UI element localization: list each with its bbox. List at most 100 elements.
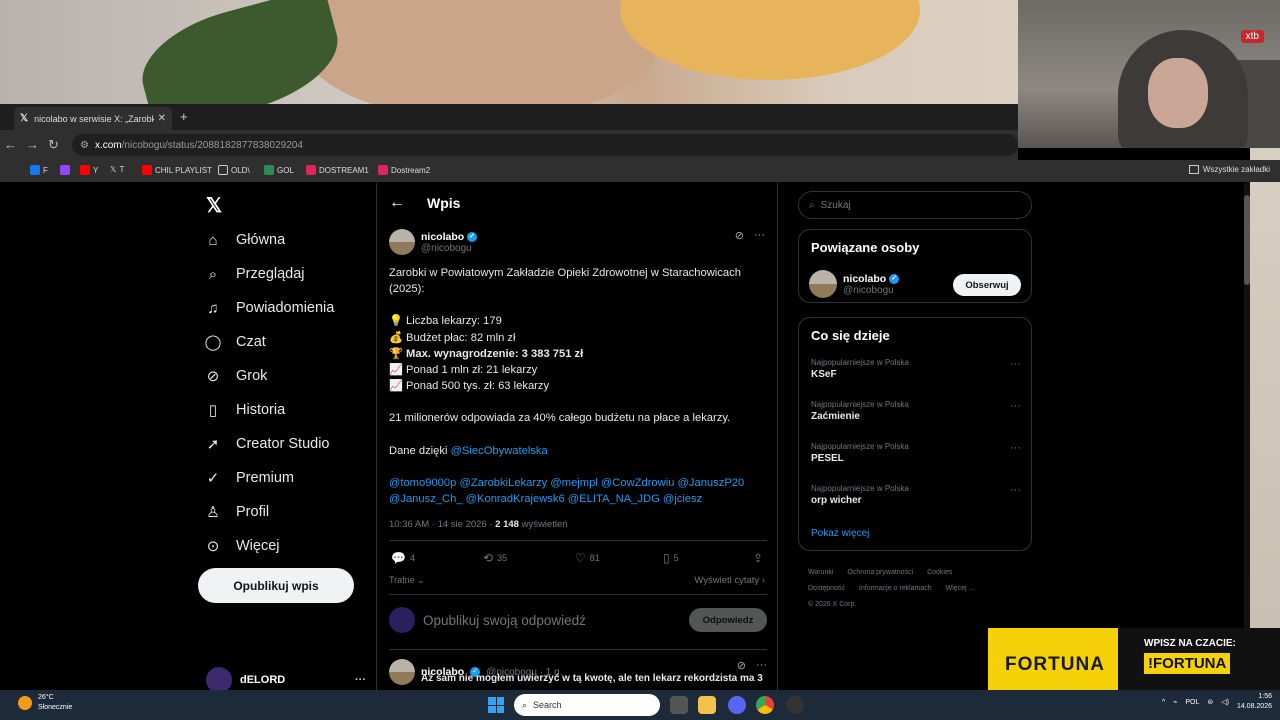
account-name: dELORD (240, 674, 286, 686)
show-more-link[interactable]: Pokaż więcej (811, 528, 869, 539)
mentions-line[interactable]: @tomo9000p @ZarobkiLekarzy @mejmpl @CowZ… (389, 475, 769, 491)
bookmark-item[interactable]: CHIL PLAYLIST (142, 165, 212, 175)
scrollbar[interactable] (1244, 183, 1250, 683)
bookmark-item[interactable]: 𝕏T (110, 165, 124, 174)
author-name[interactable]: nicolabo (421, 231, 464, 243)
bookmark-stat[interactable]: ▯ 5 (663, 551, 679, 565)
nav-chat[interactable]: ◯ Czat (204, 333, 266, 351)
repost-stat[interactable]: ⟲ 35 (483, 551, 507, 565)
new-tab-icon[interactable]: + (180, 109, 188, 124)
follow-button[interactable]: Obserwuj (953, 274, 1021, 296)
nav-grok[interactable]: ⊘ Grok (204, 367, 268, 385)
url-field[interactable]: ⚙ x.com /nicobogu/status/208818287783802… (72, 134, 1018, 156)
network-icon[interactable]: ⌁ (1173, 698, 1177, 706)
back-icon[interactable]: ← (4, 137, 17, 152)
chevron-up-icon[interactable]: ^ (1162, 699, 1165, 706)
footer-link[interactable]: Ochrona prywatności (847, 569, 913, 576)
trend-item[interactable]: Najpopularniejsze w Polska KSeF ··· (811, 358, 1021, 380)
back-arrow-icon[interactable]: ← (389, 194, 405, 212)
bookmark-item[interactable]: GOL (264, 165, 294, 175)
bookmark-folder[interactable]: OLD\ (218, 165, 250, 175)
bookmark-item[interactable] (60, 165, 73, 175)
mentions-line[interactable]: @Janusz_Ch_ @KonradKrajewsk6 @ELITA_NA_J… (389, 491, 769, 507)
trend-item[interactable]: Najpopularniejsze w Polska PESEL ··· (811, 442, 1021, 464)
post-meta: 10:36 AM · 14 sie 2026 · 2 148 wyświetle… (389, 519, 568, 530)
weather-widget[interactable]: 26°C Słonecznie (18, 693, 72, 713)
grok-explain-icon[interactable]: ⊘ (735, 229, 744, 242)
windows-start-icon[interactable] (488, 697, 504, 713)
footer-link[interactable]: Informacje o reklamach (859, 585, 932, 592)
share-icon[interactable]: ⇪ (753, 551, 763, 565)
mention-link[interactable]: @SiecObywatelska (451, 445, 548, 457)
stat-line: 💡 Liczba lekarzy: 179 (389, 315, 502, 328)
related-person[interactable]: nicolabo ✓ @nicobogu (809, 270, 900, 298)
x-logo-icon[interactable]: 𝕏 (206, 193, 222, 218)
view-quotes-link[interactable]: Wyświetl cytaty › (694, 575, 765, 586)
forward-icon[interactable]: → (26, 137, 39, 152)
account-switcher[interactable]: dELORD ··· (206, 667, 366, 690)
taskbar-search[interactable]: ⌕ Search (514, 694, 660, 716)
task-view-icon[interactable] (670, 696, 688, 714)
more-icon[interactable]: ··· (1010, 442, 1021, 454)
nav-home[interactable]: ⌂ Główna (204, 231, 285, 249)
trend-item[interactable]: Najpopularniejsze w Polska Zaćmienie ··· (811, 400, 1021, 422)
reply-tweet[interactable]: nicolabo ✓ @nicobogu · 1 g. Aż sam nie m… (389, 659, 767, 685)
bookmark-item[interactable]: DOSTREAM1 (306, 165, 369, 175)
avatar[interactable] (809, 270, 837, 298)
search-input[interactable]: ⌕ Szukaj (798, 191, 1032, 219)
footer-link[interactable]: Cookies (927, 569, 952, 576)
tweet-thanks: Dane dzięki @SiecObywatelska (389, 444, 548, 457)
language-indicator[interactable]: POL (1185, 699, 1199, 706)
copyright: © 2026 X Corp. (808, 601, 857, 608)
more-icon[interactable]: ··· (1010, 358, 1021, 370)
like-stat[interactable]: ♡ 81 (575, 551, 600, 565)
close-icon[interactable]: ✕ (158, 113, 166, 124)
obs-icon[interactable] (786, 696, 804, 714)
grok-explain-icon[interactable]: ⊘ (737, 659, 746, 672)
more-icon[interactable]: ··· (1010, 484, 1021, 496)
post-author[interactable]: nicolabo ✓ @nicobogu (389, 229, 478, 255)
bookmark-item[interactable]: Y (80, 165, 98, 175)
chrome-icon[interactable] (756, 696, 774, 714)
footer-link[interactable]: Więcej ... (946, 585, 975, 592)
fortuna-cta: WPISZ NA CZACIE: (1144, 638, 1236, 649)
clock[interactable]: 1:56 14.08.2026 (1237, 692, 1272, 712)
avatar[interactable] (389, 659, 415, 685)
nav-premium[interactable]: ✓ Premium (204, 469, 294, 487)
views-label: wyświetleń (518, 519, 568, 530)
reply-input[interactable]: Opublikuj swoją odpowiedź (423, 613, 586, 628)
footer-links: Warunki Ochrona prywatności Cookies Dost… (808, 565, 1028, 613)
bookmark-item[interactable]: F (30, 165, 48, 175)
nav-profile[interactable]: ♙ Profil (204, 503, 269, 521)
footer-link[interactable]: Dostępność (808, 585, 845, 592)
sun-icon (18, 696, 32, 710)
reload-icon[interactable]: ↻ (48, 137, 59, 153)
more-icon[interactable]: ··· (756, 659, 767, 672)
trend-item[interactable]: Najpopularniejsze w Polska orp wicher ··· (811, 484, 1021, 506)
sort-replies-dropdown[interactable]: Trafne ⌄ (389, 575, 425, 586)
file-explorer-icon[interactable] (698, 696, 716, 714)
nav-bookmarks[interactable]: ▯ Historia (204, 401, 285, 419)
nav-explore[interactable]: ⌕ Przeglądaj (204, 265, 305, 283)
footer-link[interactable]: Warunki (808, 569, 833, 576)
nav-more[interactable]: ⊙ Więcej (204, 537, 280, 555)
more-icon[interactable]: ··· (754, 229, 765, 242)
publish-post-button[interactable]: Opublikuj wpis (198, 568, 354, 603)
reply-stat[interactable]: 💬 4 (391, 551, 415, 565)
avatar[interactable] (389, 229, 415, 255)
speaker-icon[interactable]: ◁) (1221, 698, 1229, 706)
all-bookmarks[interactable]: Wszystkie zakładki (1188, 165, 1270, 174)
url-host: x.com (94, 139, 122, 151)
bookmark-item[interactable]: Dostream2 (378, 165, 430, 175)
nav-notifications[interactable]: ♫ Powiadomienia (204, 299, 334, 317)
discord-icon[interactable] (728, 696, 746, 714)
author-handle[interactable]: @nicobogu (421, 243, 477, 254)
browser-tab[interactable]: 𝕏 nicolabo w serwisie X: „Zarobki ✕ (14, 107, 172, 130)
more-icon[interactable]: ··· (1010, 400, 1021, 412)
wifi-icon[interactable]: ⊜ (1207, 698, 1213, 706)
address-bar: ← → ↻ ⚙ x.com /nicobogu/status/208818287… (0, 130, 1018, 160)
nav-creator-studio[interactable]: ➚ Creator Studio (204, 435, 330, 453)
site-info-icon[interactable]: ⚙ (80, 140, 89, 151)
reply-button[interactable]: Odpowiedz (689, 608, 767, 632)
post-timestamp[interactable]: 10:36 AM · 14 sie 2026 · (389, 519, 495, 530)
